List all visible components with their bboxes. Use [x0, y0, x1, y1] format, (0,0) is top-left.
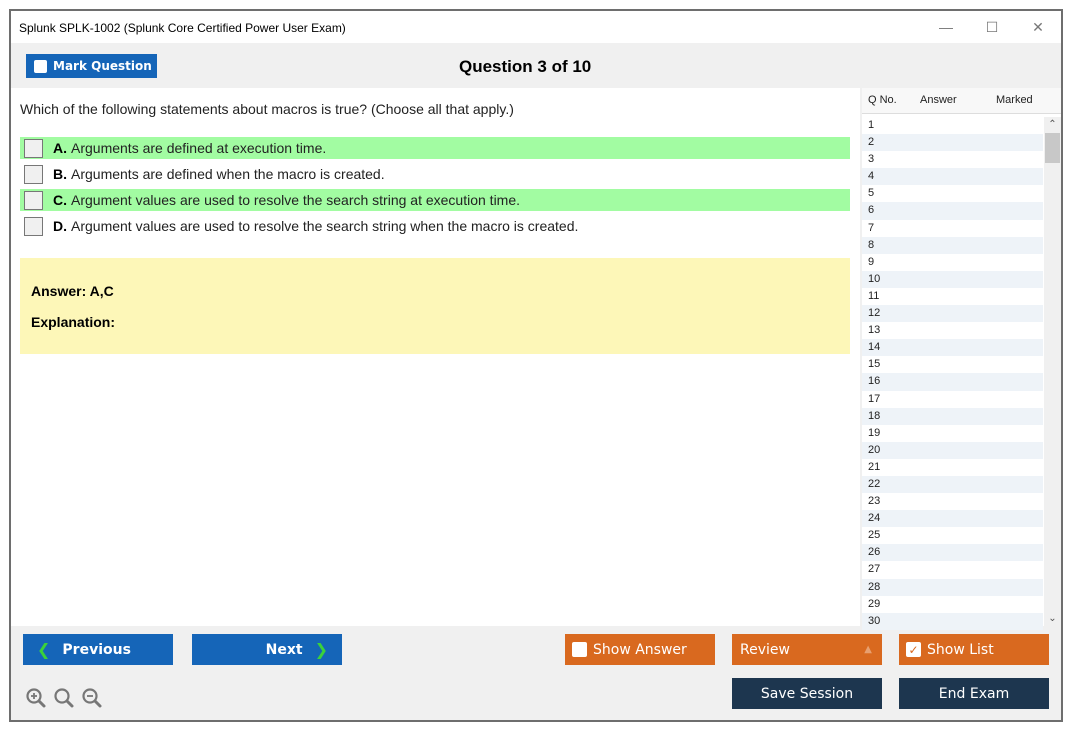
review-dropdown[interactable]: Review ▲: [732, 634, 882, 665]
show-answer-button[interactable]: Show Answer: [565, 634, 715, 665]
title-bar: Splunk SPLK-1002 (Splunk Core Certified …: [11, 11, 1061, 43]
scroll-up-icon[interactable]: ⌃: [1044, 117, 1061, 132]
option-text: Argument values are used to resolve the …: [71, 218, 579, 234]
option-text: Arguments are defined at execution time.: [71, 140, 327, 156]
question-list-row[interactable]: 11: [862, 288, 1043, 305]
question-list-row[interactable]: 16: [862, 373, 1043, 391]
question-list-row[interactable]: 9: [862, 254, 1043, 271]
header-bar: Mark Question Question 3 of 10: [11, 43, 1061, 88]
question-list-row[interactable]: 19: [862, 425, 1043, 442]
option-text: Argument values are used to resolve the …: [71, 192, 521, 208]
answer-panel: Answer: A,C Explanation:: [20, 258, 850, 354]
scroll-thumb[interactable]: [1045, 133, 1060, 163]
question-list-row[interactable]: 15: [862, 356, 1043, 373]
end-exam-button[interactable]: End Exam: [899, 678, 1049, 709]
question-list-row[interactable]: 27: [862, 561, 1043, 578]
next-button[interactable]: Next ❯: [192, 634, 342, 665]
option-letter: A.: [53, 140, 67, 156]
question-list-row[interactable]: 26: [862, 544, 1043, 562]
col-qno[interactable]: Q No.: [868, 94, 897, 106]
question-list-row[interactable]: 4: [862, 168, 1043, 186]
zoom-controls: [25, 687, 103, 709]
checkbox-checked-icon: ✓: [906, 642, 921, 657]
mark-question-label: Mark Question: [53, 59, 152, 73]
question-list-header: Q No. Answer Marked: [862, 88, 1061, 114]
zoom-reset-icon[interactable]: [53, 687, 75, 709]
checkbox-icon: [572, 642, 587, 657]
option-c-checkbox[interactable]: [24, 190, 43, 210]
question-list-row[interactable]: 7: [862, 220, 1043, 237]
question-list-row[interactable]: 21: [862, 459, 1043, 476]
question-list-row[interactable]: 20: [862, 441, 1043, 459]
option-letter: B.: [53, 166, 67, 182]
chevron-left-icon: ❮: [37, 640, 51, 659]
option-d[interactable]: D. Argument values are used to resolve t…: [20, 215, 850, 237]
minimize-button[interactable]: —: [931, 16, 961, 38]
show-answer-label: Show Answer: [593, 641, 687, 658]
question-list-row[interactable]: 5: [862, 185, 1043, 202]
question-list-row[interactable]: 10: [862, 270, 1043, 288]
col-marked[interactable]: Marked: [996, 94, 1033, 106]
option-c[interactable]: C. Argument values are used to resolve t…: [20, 189, 850, 211]
question-list-row[interactable]: 29: [862, 596, 1043, 613]
show-list-button[interactable]: ✓ Show List: [899, 634, 1049, 665]
option-b-checkbox[interactable]: [24, 164, 43, 184]
question-list-row[interactable]: 14: [862, 339, 1043, 357]
option-text: Arguments are defined when the macro is …: [71, 166, 385, 182]
chevron-right-icon: ❯: [314, 640, 328, 659]
question-list-row[interactable]: 3: [862, 151, 1043, 168]
question-list-row[interactable]: 2: [862, 134, 1043, 152]
maximize-button[interactable]: ☐: [977, 16, 1007, 38]
caret-up-icon: ▲: [864, 644, 872, 655]
app-window: Splunk SPLK-1002 (Splunk Core Certified …: [9, 9, 1063, 722]
zoom-in-icon[interactable]: [25, 687, 47, 709]
question-list: Q No. Answer Marked 1 2 3 4 5 6 7 8 9 10 11 12 13 14 1…: [862, 88, 1061, 630]
explanation-label: Explanation:: [31, 314, 116, 330]
question-list-row[interactable]: 30: [862, 612, 1043, 630]
close-button[interactable]: ✕: [1023, 16, 1053, 38]
question-list-row[interactable]: 23: [862, 493, 1043, 510]
question-list-row[interactable]: 22: [862, 475, 1043, 494]
option-letter: D.: [53, 218, 67, 234]
question-list-row[interactable]: 12: [862, 305, 1043, 323]
question-list-row[interactable]: 1: [862, 117, 1043, 134]
question-list-row[interactable]: 17: [862, 391, 1043, 408]
scroll-down-icon[interactable]: ⌄: [1044, 611, 1061, 626]
question-list-row[interactable]: 28: [862, 578, 1043, 596]
question-list-row[interactable]: 6: [862, 202, 1043, 220]
col-answer[interactable]: Answer: [920, 94, 957, 106]
answer-text: Answer: A,C: [31, 283, 114, 299]
zoom-out-icon[interactable]: [81, 687, 103, 709]
question-panel: Which of the following statements about …: [11, 88, 860, 626]
question-list-row[interactable]: 18: [862, 407, 1043, 425]
previous-label: Previous: [62, 641, 131, 658]
window-title: Splunk SPLK-1002 (Splunk Core Certified …: [19, 21, 346, 35]
review-label: Review: [740, 641, 790, 658]
question-text: Which of the following statements about …: [20, 101, 514, 117]
checkbox-icon: [34, 59, 47, 73]
save-session-button[interactable]: Save Session: [732, 678, 882, 709]
previous-button[interactable]: ❮ Previous: [23, 634, 173, 665]
option-b[interactable]: B. Arguments are defined when the macro …: [20, 163, 850, 185]
option-d-checkbox[interactable]: [24, 216, 43, 236]
question-list-row[interactable]: 25: [862, 527, 1043, 544]
question-list-row[interactable]: 8: [862, 236, 1043, 254]
question-list-rows: 1 2 3 4 5 6 7 8 9 10 11 12 13 14 15 16 17 18 19 20 21 22 23 24 2…: [862, 117, 1043, 630]
mark-question-button[interactable]: Mark Question: [26, 54, 157, 78]
question-list-row[interactable]: 24: [862, 510, 1043, 528]
question-list-row[interactable]: 13: [862, 322, 1043, 339]
question-counter: Question 3 of 10: [459, 57, 592, 76]
next-label: Next: [265, 641, 303, 658]
question-list-scrollbar[interactable]: ⌃ ⌄: [1044, 117, 1061, 626]
option-letter: C.: [53, 192, 67, 208]
option-a-checkbox[interactable]: [24, 138, 43, 158]
show-list-label: Show List: [927, 641, 994, 658]
option-a[interactable]: A. Arguments are defined at execution ti…: [20, 137, 850, 159]
